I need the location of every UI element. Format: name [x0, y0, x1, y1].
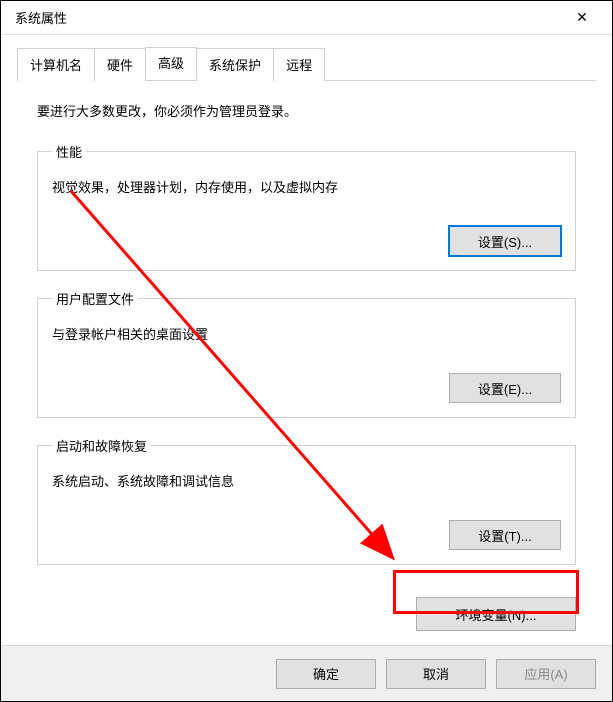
- user-profiles-desc: 与登录帐户相关的桌面设置: [52, 324, 561, 343]
- group-performance: 性能 视觉效果，处理器计划，内存使用，以及虚拟内存 设置(S)...: [37, 142, 576, 271]
- ok-button[interactable]: 确定: [276, 659, 376, 689]
- performance-button-row: 设置(S)...: [52, 226, 561, 256]
- apply-button[interactable]: 应用(A): [496, 659, 596, 689]
- startup-recovery-desc: 系统启动、系统故障和调试信息: [52, 471, 561, 490]
- tab-hardware[interactable]: 硬件: [94, 48, 146, 81]
- close-icon: ✕: [576, 9, 588, 26]
- env-vars-row: 环境变量(N)...: [17, 597, 596, 643]
- tab-computer-name[interactable]: 计算机名: [17, 48, 95, 81]
- tab-bar: 计算机名 硬件 高级 系统保护 远程: [17, 47, 596, 81]
- user-profiles-settings-button[interactable]: 设置(E)...: [449, 373, 561, 403]
- group-performance-legend: 性能: [52, 142, 86, 161]
- content-area: 计算机名 硬件 高级 系统保护 远程 要进行大多数更改，你必须作为管理员登录。 …: [1, 35, 612, 655]
- admin-hint-text: 要进行大多数更改，你必须作为管理员登录。: [37, 101, 576, 120]
- cancel-button[interactable]: 取消: [386, 659, 486, 689]
- close-button[interactable]: ✕: [562, 3, 602, 33]
- tab-remote[interactable]: 远程: [273, 48, 325, 81]
- group-user-profiles: 用户配置文件 与登录帐户相关的桌面设置 设置(E)...: [37, 289, 576, 418]
- group-startup-recovery-legend: 启动和故障恢复: [52, 436, 151, 455]
- environment-variables-button[interactable]: 环境变量(N)...: [416, 597, 576, 631]
- user-profiles-button-row: 设置(E)...: [52, 373, 561, 403]
- tab-advanced[interactable]: 高级: [145, 47, 197, 80]
- tab-panel-advanced: 要进行大多数更改，你必须作为管理员登录。 性能 视觉效果，处理器计划，内存使用，…: [17, 81, 596, 593]
- group-user-profiles-legend: 用户配置文件: [52, 289, 138, 308]
- titlebar: 系统属性 ✕: [1, 1, 612, 35]
- tab-system-protection[interactable]: 系统保护: [196, 48, 274, 81]
- group-startup-recovery: 启动和故障恢复 系统启动、系统故障和调试信息 设置(T)...: [37, 436, 576, 565]
- window-title: 系统属性: [11, 8, 562, 27]
- startup-recovery-settings-button[interactable]: 设置(T)...: [449, 520, 561, 550]
- startup-recovery-button-row: 设置(T)...: [52, 520, 561, 550]
- dialog-footer: 确定 取消 应用(A): [1, 645, 612, 701]
- performance-settings-button[interactable]: 设置(S)...: [449, 226, 561, 256]
- performance-desc: 视觉效果，处理器计划，内存使用，以及虚拟内存: [52, 177, 561, 196]
